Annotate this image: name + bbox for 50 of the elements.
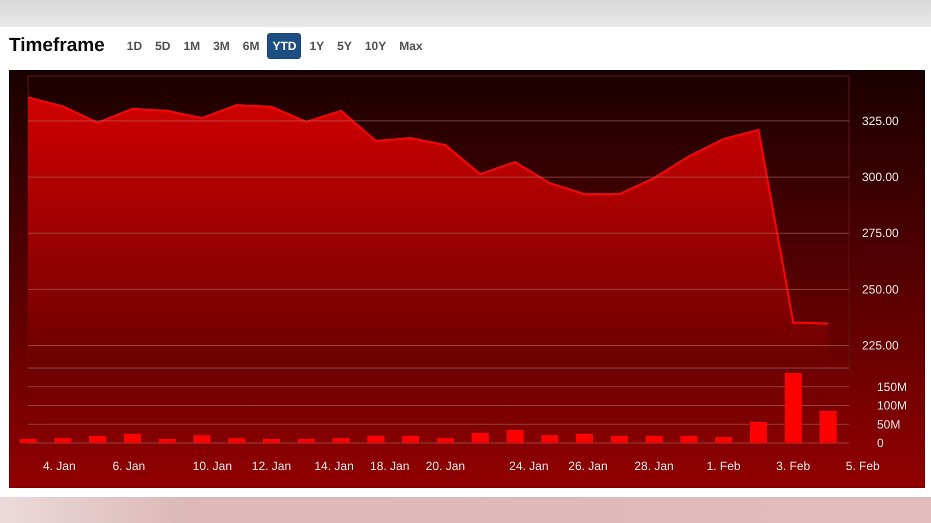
range-tab[interactable]: 10Y (360, 33, 392, 59)
date-axis-label: 26. Jan (568, 459, 608, 473)
date-axis-label: 28. Jan (634, 459, 674, 473)
volume-bar (54, 438, 72, 443)
volume-bar (298, 438, 315, 443)
volume-bar (124, 434, 141, 443)
date-axis-label: 1. Feb (706, 459, 741, 473)
volume-bar (472, 432, 489, 443)
date-axis-label: 24. Jan (509, 459, 549, 473)
range-tab[interactable]: 1Y (304, 33, 330, 59)
volume-axis-label: 0 (877, 436, 884, 450)
volume-bar (436, 438, 454, 443)
date-axis-label: 12. Jan (252, 459, 292, 473)
volume-bar (20, 438, 36, 443)
price-axis-label: 300.00 (862, 170, 899, 184)
date-axis-label: 18. Jan (370, 459, 410, 473)
volume-bar (158, 438, 176, 443)
range-tab[interactable]: 3M (208, 33, 235, 59)
range-tab[interactable]: 5D (150, 33, 176, 59)
volume-bar (715, 437, 732, 443)
price-axis-label: 225.00 (862, 338, 899, 353)
date-axis-label: 14. Jan (314, 459, 354, 473)
range-tab[interactable]: 6M (238, 33, 264, 59)
price-axis-label: 275.00 (862, 226, 899, 240)
volume-axis-label: 150M (877, 380, 908, 394)
volume-bar (576, 434, 593, 443)
range-tab[interactable]: YTD (267, 33, 302, 59)
date-axis-label: 6. Jan (112, 459, 146, 473)
price-axis-label: 325.00 (862, 114, 899, 128)
volume-bar (193, 435, 210, 443)
date-axis-label: 4. Jan (42, 459, 76, 473)
range-tab[interactable]: 1M (178, 33, 206, 59)
range-tab[interactable]: Max (394, 33, 428, 59)
volume-bar (332, 438, 350, 443)
date-axis-label: 20. Jan (426, 459, 466, 473)
volume-bar (262, 438, 280, 443)
price-axis-label: 250.00 (862, 282, 899, 296)
volume-bar (819, 410, 836, 443)
range-tab[interactable]: 5Y (332, 33, 357, 59)
date-axis-label: 3. Feb (776, 459, 810, 473)
volume-axis-label: 50M (877, 417, 900, 432)
timeframe-heading: Timeframe (9, 35, 105, 57)
range-tab[interactable]: 1D (122, 33, 148, 59)
volume-bar (541, 435, 558, 443)
date-axis-label: 10. Jan (192, 459, 232, 473)
date-axis-label: 5. Feb (846, 459, 880, 473)
volume-bar (784, 372, 802, 443)
volume-bar (750, 422, 767, 443)
volume-axis-label: 100M (877, 398, 908, 412)
volume-bar (228, 438, 246, 443)
